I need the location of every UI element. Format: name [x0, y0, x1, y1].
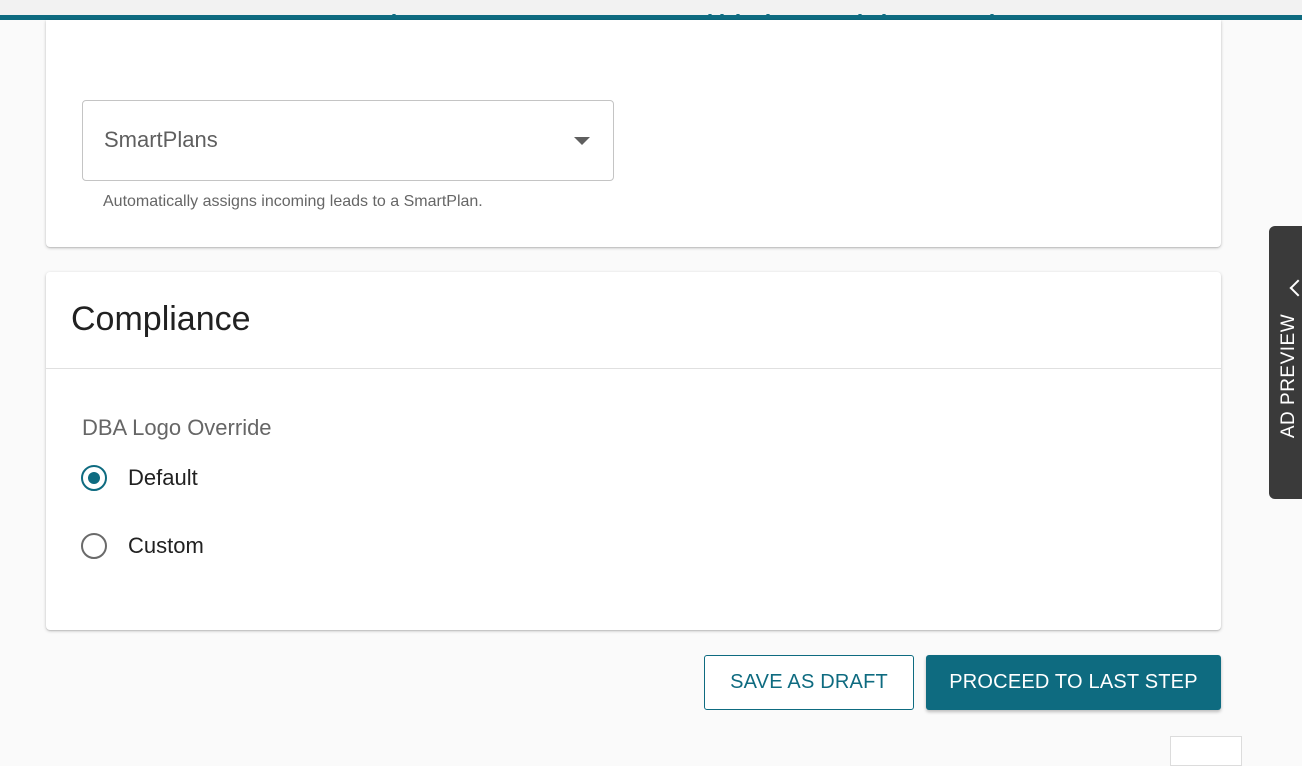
- proceed-to-last-step-button[interactable]: PROCEED TO LAST STEP: [926, 655, 1221, 710]
- compliance-title: Compliance: [71, 300, 251, 338]
- radio-label-custom[interactable]: Custom: [128, 533, 204, 559]
- smartplans-select-value: SmartPlans: [104, 127, 218, 152]
- chevron-up-icon: [1289, 279, 1302, 297]
- radio-unchecked-icon[interactable]: [81, 533, 107, 559]
- ad-preview-tab[interactable]: AD PREVIEW: [1269, 226, 1302, 499]
- radio-option-custom[interactable]: Custom: [81, 530, 204, 562]
- compliance-card-header: Compliance: [46, 272, 1221, 369]
- bottom-corner-widget: [1170, 736, 1242, 766]
- dba-logo-override-label: DBA Logo Override: [82, 415, 272, 440]
- radio-checked-icon[interactable]: [81, 465, 107, 491]
- smartplans-helper-text: Automatically assigns incoming leads to …: [103, 193, 483, 210]
- ad-preview-label: AD PREVIEW: [1278, 313, 1299, 439]
- lead-routing-card: SmartPlans Automatically assigns incomin…: [46, 20, 1221, 247]
- radio-dot: [88, 472, 100, 484]
- radio-label-default[interactable]: Default: [128, 465, 198, 491]
- smartplans-select[interactable]: SmartPlans: [82, 100, 614, 181]
- caret-down-icon[interactable]: [574, 137, 590, 145]
- save-as-draft-button[interactable]: SAVE AS DRAFT: [704, 655, 914, 710]
- top-app-bar: [0, 0, 1302, 15]
- compliance-card: Compliance DBA Logo Override Default Cus…: [46, 272, 1221, 630]
- radio-option-default[interactable]: Default: [81, 462, 198, 494]
